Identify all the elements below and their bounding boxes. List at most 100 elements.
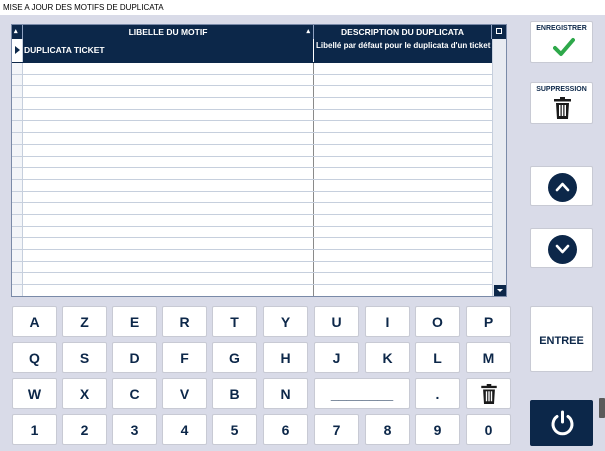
key-dot[interactable]: . (415, 378, 460, 409)
key-z[interactable]: Z (62, 306, 107, 337)
description-cell[interactable] (314, 157, 492, 168)
motif-cell[interactable] (23, 191, 314, 203)
key-backspace[interactable] (466, 378, 511, 409)
key-b[interactable]: B (212, 378, 257, 409)
key-t[interactable]: T (212, 306, 257, 337)
table-row[interactable] (12, 86, 492, 99)
vertical-scrollbar[interactable] (492, 39, 506, 296)
table-row[interactable] (12, 261, 492, 274)
table-row[interactable] (12, 144, 492, 157)
table-row[interactable] (12, 63, 492, 75)
key-m[interactable]: M (466, 342, 511, 373)
motif-cell[interactable] (23, 121, 314, 133)
motif-cell[interactable] (23, 214, 314, 226)
description-cell[interactable] (314, 63, 492, 74)
key-q[interactable]: Q (12, 342, 57, 373)
description-cell[interactable] (314, 145, 492, 156)
motif-cell[interactable] (23, 179, 314, 191)
table-row[interactable] (12, 250, 492, 262)
table-row[interactable] (12, 121, 492, 134)
key-5[interactable]: 5 (212, 414, 257, 445)
description-cell[interactable] (314, 75, 492, 86)
key-u[interactable]: U (314, 306, 359, 337)
key-s[interactable]: S (62, 342, 107, 373)
key-o[interactable]: O (415, 306, 460, 337)
column-chooser-button[interactable] (492, 25, 506, 39)
motif-cell[interactable] (23, 168, 314, 179)
key-h[interactable]: H (263, 342, 308, 373)
key-2[interactable]: 2 (62, 414, 107, 445)
table-row[interactable] (12, 214, 492, 227)
motif-cell[interactable] (23, 63, 314, 74)
key-d[interactable]: D (112, 342, 157, 373)
key-w[interactable]: W (12, 378, 57, 409)
column-header-description[interactable]: DESCRIPTION DU DUPLICATA (314, 25, 492, 39)
motif-cell[interactable] (23, 273, 314, 285)
motif-cell[interactable] (23, 156, 314, 168)
key-x[interactable]: X (62, 378, 107, 409)
table-row[interactable] (12, 203, 492, 215)
motif-cell[interactable] (23, 109, 314, 121)
motif-cell[interactable] (23, 261, 314, 273)
motif-cell[interactable] (23, 203, 314, 214)
key-p[interactable]: P (466, 306, 511, 337)
key-3[interactable]: 3 (112, 414, 157, 445)
motif-cell[interactable] (23, 238, 314, 249)
description-cell[interactable] (314, 110, 492, 121)
description-cell[interactable] (314, 285, 492, 296)
table-row[interactable] (12, 133, 492, 145)
description-cell[interactable] (314, 180, 492, 191)
motif-cell[interactable] (23, 98, 314, 109)
key-v[interactable]: V (162, 378, 207, 409)
table-row[interactable] (12, 285, 492, 296)
key-0[interactable]: 0 (466, 414, 511, 445)
description-cell[interactable] (314, 121, 492, 132)
motif-cell[interactable] (23, 74, 314, 86)
key-y[interactable]: Y (263, 306, 308, 337)
description-cell[interactable] (314, 215, 492, 226)
motif-cell[interactable] (23, 250, 314, 261)
key-k[interactable]: K (365, 342, 410, 373)
key-c[interactable]: C (112, 378, 157, 409)
row-indicator-header[interactable]: ▴ (12, 25, 23, 39)
key-8[interactable]: 8 (365, 414, 410, 445)
table-row[interactable] (12, 273, 492, 286)
description-cell[interactable] (314, 192, 492, 203)
key-4[interactable]: 4 (162, 414, 207, 445)
table-row[interactable] (12, 74, 492, 87)
description-cell[interactable] (314, 227, 492, 238)
motif-cell[interactable] (23, 144, 314, 156)
scroll-down-arrow-icon[interactable] (494, 285, 506, 296)
column-header-motif[interactable]: LIBELLE DU MOTIF ▴ (23, 25, 314, 39)
key-e[interactable]: E (112, 306, 157, 337)
key-7[interactable]: 7 (314, 414, 359, 445)
description-cell[interactable]: Libellé par défaut pour le duplicata d'u… (314, 39, 492, 62)
key-n[interactable]: N (263, 378, 308, 409)
description-cell[interactable] (314, 86, 492, 97)
key-a[interactable]: A (12, 306, 57, 337)
motif-cell[interactable]: DUPLICATA TICKET (23, 39, 314, 62)
description-cell[interactable] (314, 273, 492, 284)
table-row[interactable] (12, 238, 492, 250)
save-button[interactable]: ENREGISTRER (530, 21, 593, 63)
table-row[interactable] (12, 226, 492, 239)
table-row[interactable] (12, 109, 492, 122)
motif-cell[interactable] (23, 285, 314, 296)
description-cell[interactable] (314, 238, 492, 249)
delete-button[interactable]: SUPPRESSION (530, 82, 593, 124)
enter-button[interactable]: ENTREE (530, 306, 593, 372)
key-j[interactable]: J (314, 342, 359, 373)
key-g[interactable]: G (212, 342, 257, 373)
key-1[interactable]: 1 (12, 414, 57, 445)
table-row[interactable] (12, 179, 492, 192)
description-cell[interactable] (314, 168, 492, 179)
description-cell[interactable] (314, 203, 492, 214)
scroll-up-button[interactable] (530, 166, 593, 206)
key-l[interactable]: L (415, 342, 460, 373)
power-button[interactable] (530, 400, 593, 446)
table-row[interactable] (12, 191, 492, 204)
description-cell[interactable] (314, 98, 492, 109)
key-r[interactable]: R (162, 306, 207, 337)
description-cell[interactable] (314, 262, 492, 273)
key-i[interactable]: I (365, 306, 410, 337)
